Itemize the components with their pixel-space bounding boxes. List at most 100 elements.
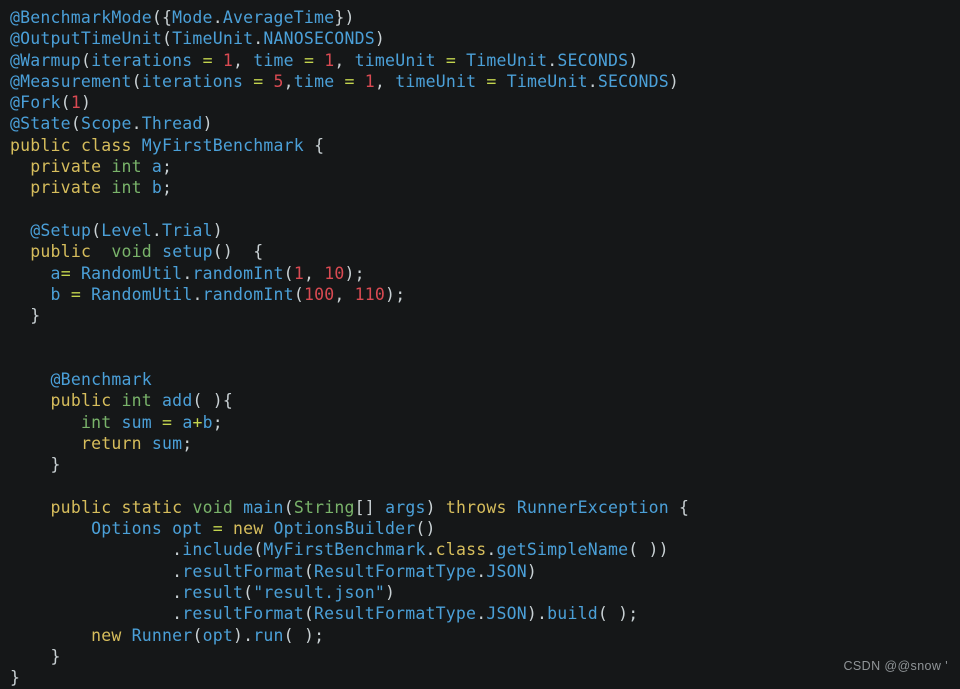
code-token-keyword: class — [435, 540, 487, 560]
code-token-punct: . — [172, 583, 183, 603]
code-line[interactable]: private int b; — [0, 177, 960, 198]
code-token-punct: ; — [395, 284, 406, 304]
code-token-type: String — [293, 497, 355, 517]
code-line[interactable]: private int a; — [0, 156, 960, 177]
code-token-operator: + — [192, 412, 203, 432]
code-token-punct: ; — [162, 178, 173, 198]
code-line[interactable]: @Warmup(iterations = 1, time = 1, timeUn… — [0, 50, 960, 71]
code-token-punct: ) — [385, 583, 396, 603]
code-token-punct: } — [30, 306, 41, 326]
code-token-keyword: new — [232, 519, 264, 539]
code-token-punct: , — [283, 71, 294, 91]
code-line[interactable]: } — [0, 646, 960, 667]
code-token-punct: ( — [70, 114, 81, 134]
code-line[interactable]: @Fork(1) — [0, 92, 960, 113]
code-token-punct: ( — [293, 284, 304, 304]
code-token-ident: RandomUtil — [80, 263, 183, 283]
code-token-ident: Options — [91, 519, 163, 539]
code-line[interactable]: new Runner(opt).run( ); — [0, 625, 960, 646]
code-line[interactable] — [0, 199, 960, 220]
code-line[interactable]: a= RandomUtil.randomInt(1, 10); — [0, 263, 960, 284]
code-line[interactable]: public class MyFirstBenchmark { — [0, 135, 960, 156]
code-line[interactable]: @Measurement(iterations = 5,time = 1, ti… — [0, 71, 960, 92]
code-token-ident: getSimpleName — [496, 540, 629, 560]
code-token-punct: ) — [526, 604, 538, 624]
code-token-punct: ( — [253, 540, 264, 560]
code-line[interactable] — [0, 476, 960, 497]
code-line[interactable] — [0, 326, 960, 347]
code-line[interactable]: } — [0, 667, 960, 688]
code-token-ident: JSON — [486, 604, 527, 624]
code-token-ident: Mode — [172, 8, 213, 27]
code-token-ident: build — [547, 604, 598, 624]
code-token-punct: ( — [60, 93, 71, 113]
code-token-operator: = — [202, 50, 213, 70]
code-block[interactable]: @BenchmarkMode({Mode.AverageTime}) @Outpu… — [0, 7, 960, 689]
code-token-ident: args — [385, 497, 426, 517]
code-token-keyword: public — [50, 391, 112, 411]
code-line[interactable]: } — [0, 305, 960, 326]
code-token-keyword: private — [30, 157, 102, 177]
code-line[interactable]: @Setup(Level.Trial) — [0, 220, 960, 241]
code-token-ident: resultFormat — [182, 561, 304, 581]
code-line[interactable]: @BenchmarkMode({Mode.AverageTime}) — [0, 7, 960, 28]
code-token-ident: ResultFormatType — [314, 561, 477, 581]
code-line[interactable]: .resultFormat(ResultFormatType.JSON).bui… — [0, 603, 960, 624]
code-line[interactable]: public static void main(String[] args) t… — [0, 497, 960, 518]
code-line[interactable]: b = RandomUtil.randomInt(100, 110); — [0, 284, 960, 305]
code-token-punct: { — [162, 8, 173, 27]
code-token-punct: ( ) — [192, 391, 223, 411]
code-line[interactable]: public void setup() { — [0, 241, 960, 262]
code-token-punct: . — [243, 625, 254, 645]
code-line[interactable]: return sum; — [0, 433, 960, 454]
code-line[interactable]: .include(MyFirstBenchmark.class.getSimpl… — [0, 539, 960, 560]
code-token-punct: ) — [425, 497, 436, 517]
code-token-punct: . — [172, 604, 183, 624]
code-token-ident: TimeUnit — [466, 50, 548, 70]
code-token-ident: Thread — [141, 114, 203, 134]
code-line[interactable]: Options opt = new OptionsBuilder() — [0, 518, 960, 539]
code-token-ident: b — [50, 284, 61, 304]
code-line[interactable]: @Benchmark — [0, 369, 960, 390]
code-token-ident: TimeUnit — [172, 29, 254, 49]
code-token-annotation: @BenchmarkMode — [10, 8, 152, 27]
code-line[interactable]: @State(Scope.Thread) — [0, 113, 960, 134]
code-line[interactable]: public int add( ){ — [0, 390, 960, 411]
code-line[interactable]: int sum = a+b; — [0, 412, 960, 433]
code-token-ident: MyFirstBenchmark — [263, 540, 426, 560]
code-line[interactable]: .resultFormat(ResultFormatType.JSON) — [0, 561, 960, 582]
code-line[interactable]: @OutputTimeUnit(TimeUnit.NANOSECONDS) — [0, 28, 960, 49]
code-token-punct: () — [212, 242, 234, 262]
code-line[interactable]: .result("result.json") — [0, 582, 960, 603]
code-token-keyword: new — [91, 625, 122, 645]
code-token-type: int — [80, 412, 112, 432]
code-line[interactable] — [0, 348, 960, 369]
code-token-number: 1 — [222, 50, 233, 70]
code-token-type: int — [111, 157, 142, 177]
code-token-punct: ) — [526, 561, 538, 581]
code-token-ident: Trial — [162, 220, 213, 240]
code-token-annotation: @OutputTimeUnit — [10, 29, 163, 49]
code-token-operator: = — [486, 71, 497, 91]
code-token-ident: timeUnit — [395, 71, 477, 91]
code-line[interactable]: } — [0, 454, 960, 475]
code-token-keyword: throws — [445, 497, 507, 517]
